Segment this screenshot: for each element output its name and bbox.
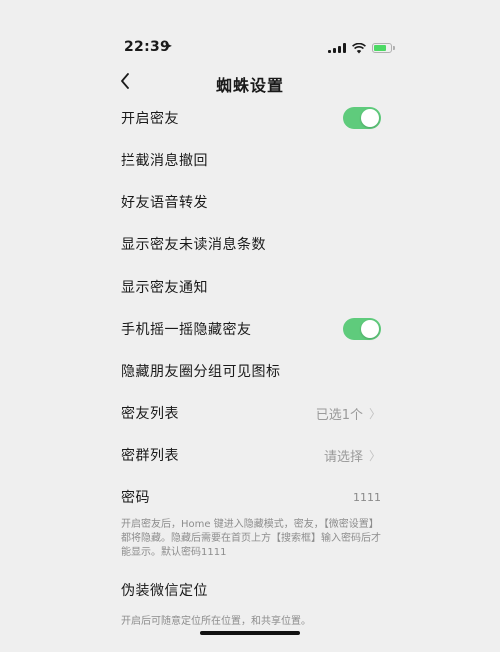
setting-shake-hide[interactable]: 手机摇一摇隐藏密友 [121, 314, 381, 344]
setting-label: 密码 [121, 490, 150, 506]
setting-group-list[interactable]: 密群列表 请选择 〉 [121, 440, 381, 470]
status-bar: 22:39 ➤ [0, 0, 500, 60]
toggle-knob [361, 320, 379, 338]
setting-label: 拦截消息撤回 [121, 153, 208, 169]
nav-bar: 蜘蛛设置 [0, 60, 500, 104]
chevron-right-icon: 〉 [368, 406, 381, 421]
setting-voice-forward[interactable]: 好友语音转发 [121, 187, 381, 217]
setting-hide-moments-icon[interactable]: 隐藏朋友圈分组可见图标 [121, 356, 381, 386]
password-hint: 开启密友后，Home 键进入隐藏模式，密友，【微密设置】都将隐藏。隐藏后需要在首… [121, 519, 381, 558]
shake-hide-toggle[interactable] [343, 318, 381, 340]
group-list-value: 请选择 〉 [324, 446, 381, 465]
location-arrow-icon: ➤ [164, 41, 173, 52]
setting-label: 隐藏朋友圈分组可见图标 [121, 364, 281, 380]
fake-location-title[interactable]: 伪装微信定位 [121, 580, 208, 600]
setting-label: 密友列表 [121, 406, 179, 422]
friend-list-count: 已选1个 [315, 407, 363, 423]
toggle-knob [361, 109, 379, 127]
setting-enable-secret-friend[interactable]: 开启密友 [121, 103, 381, 133]
enable-secret-friend-toggle[interactable] [343, 107, 381, 129]
status-icons [328, 41, 395, 55]
signal-icon [328, 43, 346, 53]
friend-list-value: 已选1个 〉 [316, 404, 381, 423]
setting-label: 手机摇一摇隐藏密友 [121, 322, 252, 338]
home-indicator[interactable] [200, 631, 300, 635]
chevron-right-icon: 〉 [368, 448, 381, 463]
setting-show-notification[interactable]: 显示密友通知 [121, 272, 381, 302]
setting-label: 密群列表 [121, 448, 179, 464]
setting-label: 显示密友通知 [121, 280, 208, 296]
fake-location-hint: 开启后可随意定位所在位置，和共享位置。 [121, 616, 311, 627]
setting-label: 好友语音转发 [121, 195, 208, 211]
setting-intercept-recall[interactable]: 拦截消息撤回 [121, 145, 381, 175]
setting-password[interactable]: 密码 1111 [121, 482, 381, 512]
battery-icon [372, 43, 395, 53]
wifi-icon [352, 42, 366, 53]
group-list-selection: 请选择 [323, 449, 363, 465]
setting-show-unread-count[interactable]: 显示密友未读消息条数 [121, 229, 381, 259]
page-title: 蜘蛛设置 [215, 76, 284, 95]
setting-label: 开启密友 [121, 111, 179, 127]
password-value: 1111 [353, 490, 381, 504]
setting-friend-list[interactable]: 密友列表 已选1个 〉 [121, 398, 381, 428]
battery-level [374, 45, 386, 51]
setting-label: 显示密友未读消息条数 [121, 237, 266, 253]
